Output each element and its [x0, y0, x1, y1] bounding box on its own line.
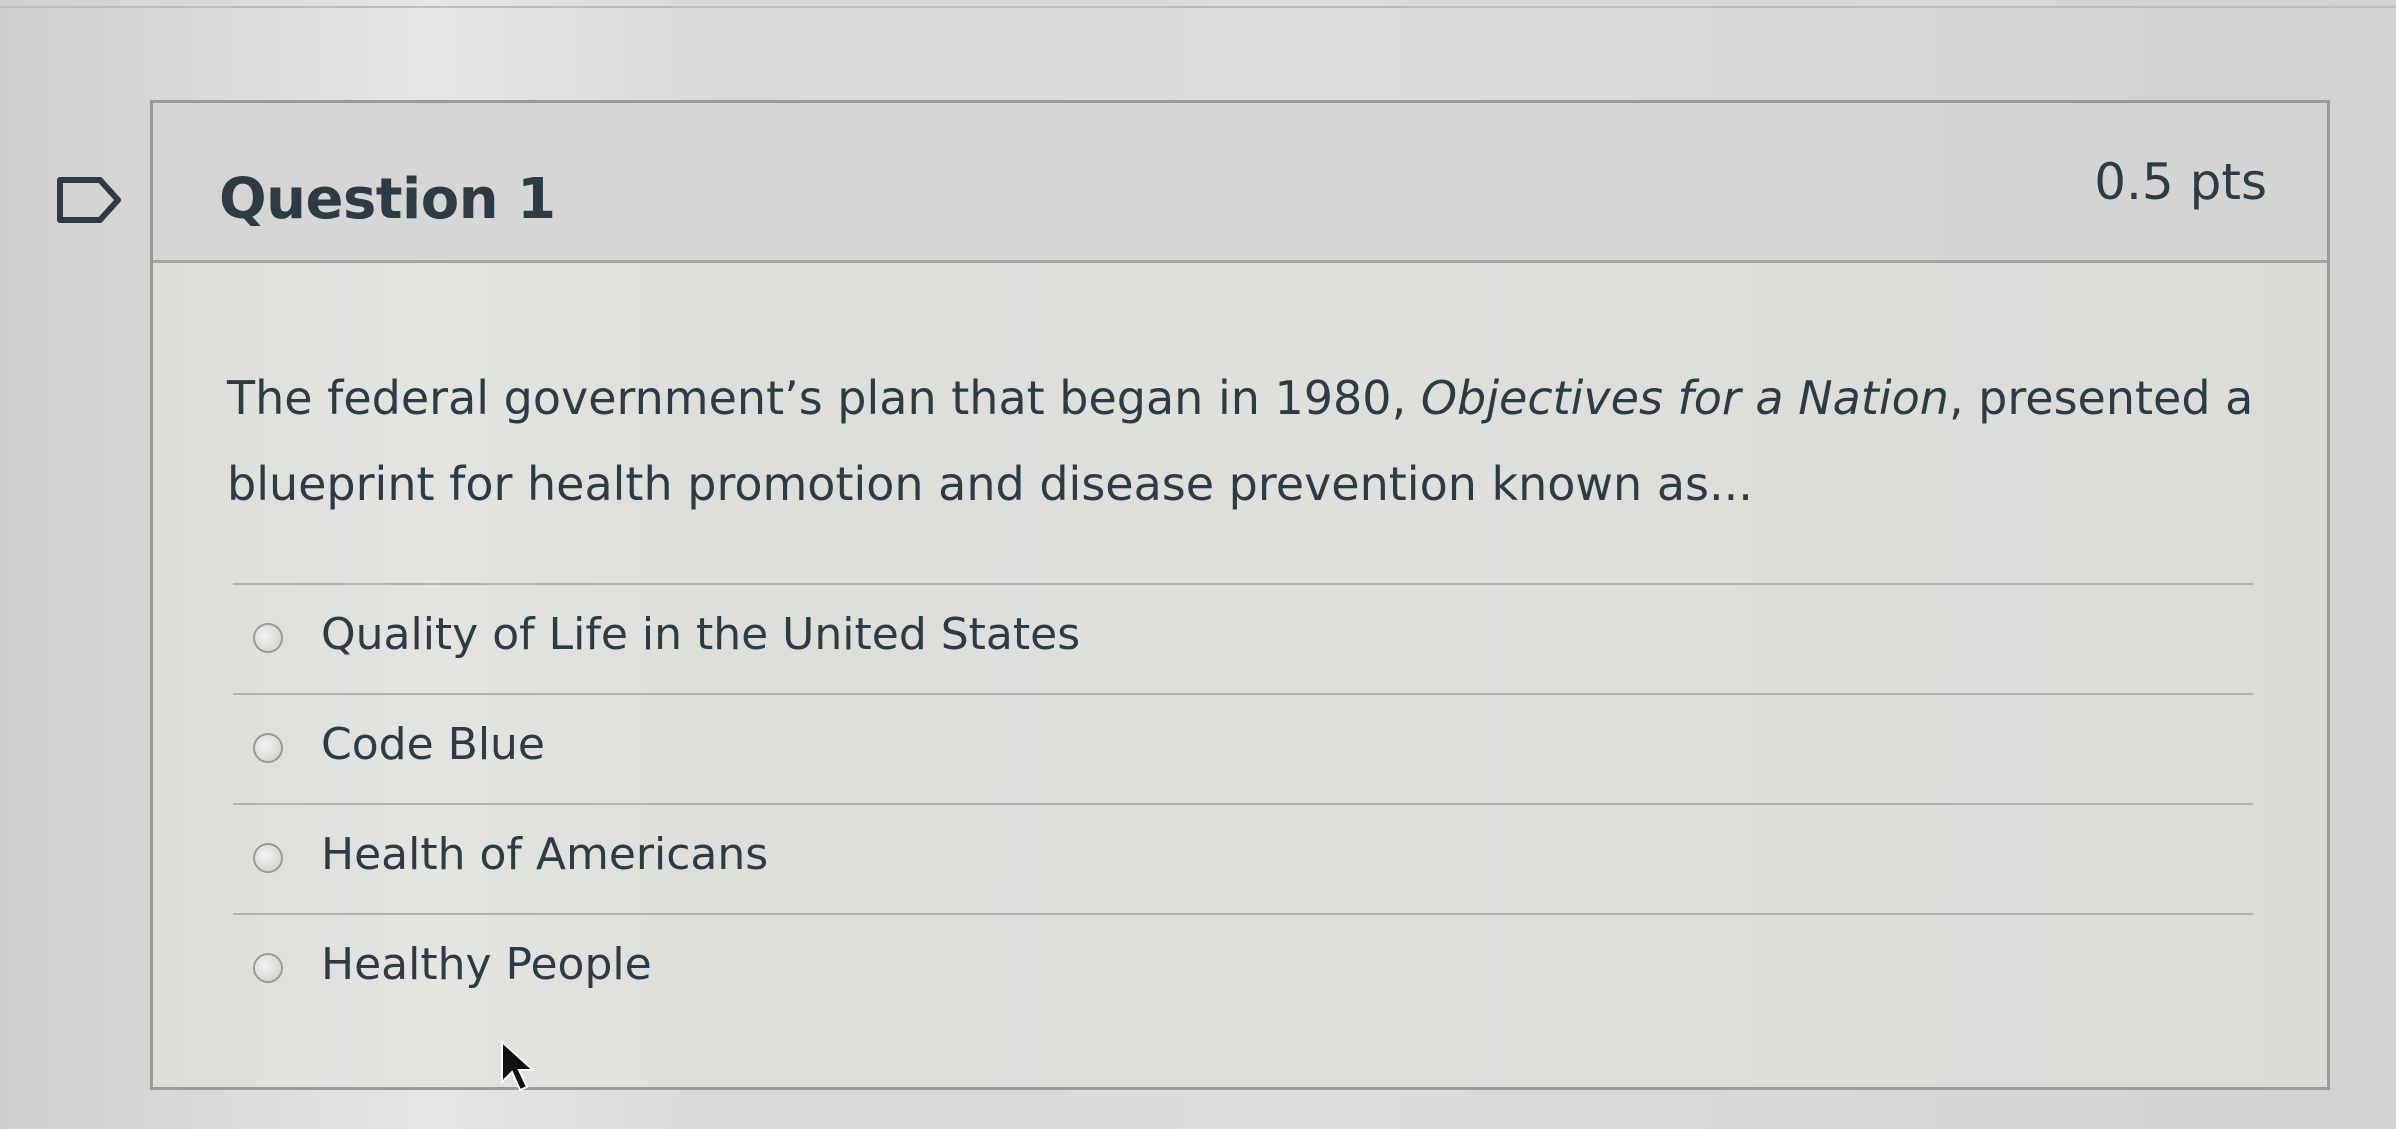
question-text-part1: The federal government’s plan that began… [227, 371, 1421, 425]
radio-unchecked-icon[interactable] [253, 843, 283, 873]
answer-option-4[interactable]: Healthy People [233, 915, 2253, 1023]
question-header: Question 1 0.5 pts [153, 103, 2327, 263]
radio-unchecked-icon[interactable] [253, 953, 283, 983]
radio-unchecked-icon[interactable] [253, 623, 283, 653]
answer-option-2[interactable]: Code Blue [233, 695, 2253, 805]
top-divider [0, 6, 2396, 8]
question-title: Question 1 [219, 167, 556, 232]
flag-question-icon[interactable] [56, 176, 122, 224]
question-points: 0.5 pts [2094, 153, 2267, 211]
question-text: The federal government’s plan that began… [227, 355, 2267, 527]
answer-option-3[interactable]: Health of Americans [233, 805, 2253, 915]
answer-label[interactable]: Health of Americans [321, 829, 768, 880]
question-card: Question 1 0.5 pts The federal governmen… [150, 100, 2330, 1090]
answer-list: Quality of Life in the United States Cod… [233, 583, 2253, 1023]
mouse-pointer-icon [501, 1040, 536, 1092]
answer-label[interactable]: Healthy People [321, 939, 652, 990]
answer-option-1[interactable]: Quality of Life in the United States [233, 585, 2253, 695]
answer-label[interactable]: Code Blue [321, 719, 545, 770]
answer-label[interactable]: Quality of Life in the United States [321, 609, 1080, 660]
radio-unchecked-icon[interactable] [253, 733, 283, 763]
question-text-italic: Objectives for a Nation [1420, 371, 1949, 425]
